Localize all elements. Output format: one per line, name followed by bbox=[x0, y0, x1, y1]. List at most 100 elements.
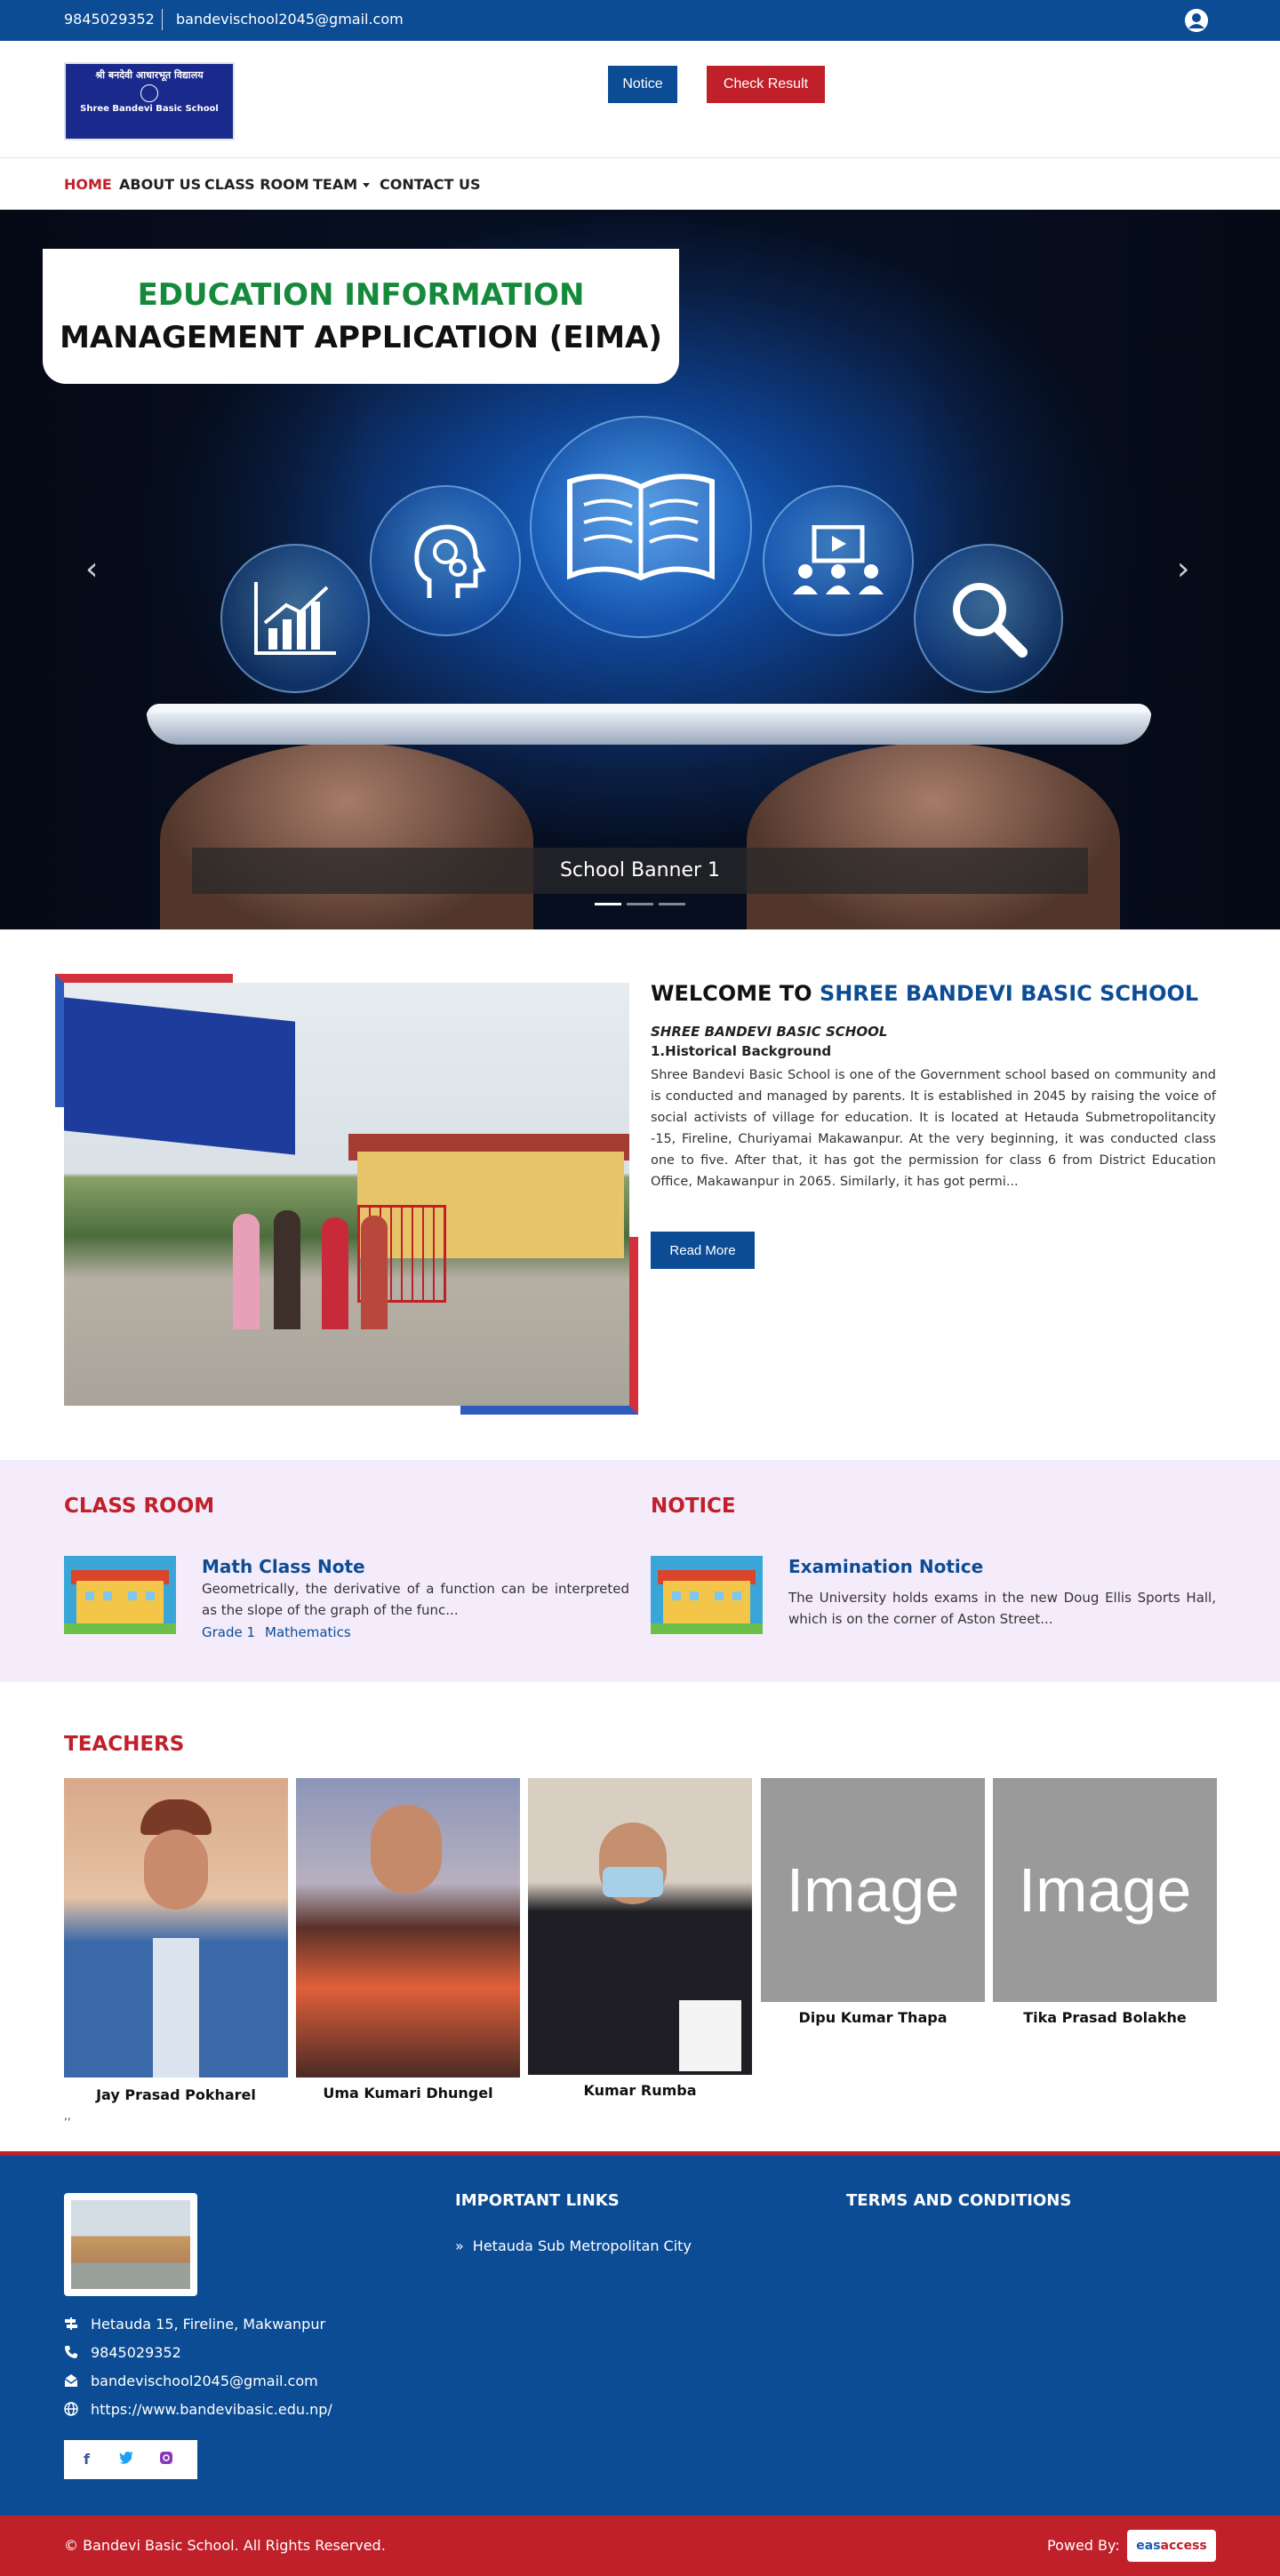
teacher-face bbox=[371, 1805, 442, 1894]
user-circle-icon[interactable] bbox=[1185, 9, 1208, 32]
facebook-icon[interactable]: f bbox=[84, 2451, 90, 2468]
site-header: श्री बनदेवी आधारभूत विद्यालय Shree Bande… bbox=[0, 41, 1280, 158]
carousel-indicators bbox=[595, 903, 685, 906]
brain-gears-icon bbox=[370, 485, 521, 636]
caret-down-icon bbox=[363, 183, 371, 187]
chart-growth-icon bbox=[220, 544, 370, 693]
hero-hand-left bbox=[160, 743, 533, 929]
nav-class-room[interactable]: CLASS ROOM bbox=[204, 176, 309, 193]
teacher-photo-placeholder: Image bbox=[993, 1778, 1217, 2002]
chevron-right-icon[interactable]: › bbox=[1177, 551, 1189, 587]
footer-website-text: https://www.bandevibasic.edu.np/ bbox=[91, 2401, 332, 2418]
welcome-body: Shree Bandevi Basic School is one of the… bbox=[651, 1068, 1216, 1189]
terms-title[interactable]: TERMS AND CONDITIONS bbox=[846, 2191, 1071, 2210]
hero-caption: School Banner 1 bbox=[192, 848, 1088, 894]
teacher-name: Dipu Kumar Thapa bbox=[798, 2009, 948, 2026]
photo-person bbox=[274, 1210, 300, 1329]
notice-button[interactable]: Notice bbox=[608, 66, 677, 103]
site-footer: Hetauda 15, Fireline, Makwanpur 98450293… bbox=[0, 2151, 1280, 2516]
footer-website[interactable]: https://www.bandevibasic.edu.np/ bbox=[64, 2401, 332, 2418]
chevron-left-icon[interactable]: ‹ bbox=[85, 551, 98, 587]
teacher-shirt bbox=[153, 1938, 199, 2078]
welcome-title: WELCOME TO SHREE BANDEVI BASIC SCHOOL bbox=[651, 981, 1198, 1006]
teacher-mask bbox=[603, 1867, 663, 1897]
notice-item-title[interactable]: Examination Notice bbox=[788, 1556, 983, 1577]
hero-carousel: EDUCATION INFORMATION MANAGEMENT APPLICA… bbox=[0, 210, 1280, 929]
bottom-bar: © Bandevi Basic School. All Rights Reser… bbox=[0, 2516, 1280, 2576]
phone-icon bbox=[65, 2346, 77, 2358]
topbar-divider bbox=[162, 9, 163, 30]
hero-hand-right bbox=[747, 743, 1120, 929]
footer-phone-text: 9845029352 bbox=[91, 2344, 181, 2361]
check-result-button[interactable]: Check Result bbox=[707, 66, 825, 103]
footer-email-text: bandevischool2045@gmail.com bbox=[91, 2373, 318, 2389]
school-logo[interactable]: श्री बनदेवी आधारभूत विद्यालय Shree Bande… bbox=[64, 62, 235, 140]
teacher-face bbox=[144, 1830, 208, 1910]
footer-logo[interactable] bbox=[64, 2193, 197, 2296]
footer-school-photo bbox=[71, 2200, 190, 2289]
thumb-building bbox=[663, 1581, 750, 1623]
footer-phone[interactable]: 9845029352 bbox=[64, 2344, 181, 2361]
classroom-tag-subject[interactable]: Mathematics bbox=[265, 1624, 351, 1640]
topbar-phone[interactable]: 9845029352 bbox=[64, 11, 155, 28]
classroom-item-body: Geometrically, the derivative of a funct… bbox=[202, 1581, 629, 1618]
copyright-text: © Bandevi Basic School. All Rights Reser… bbox=[64, 2537, 386, 2554]
notice-thumbnail[interactable] bbox=[651, 1556, 763, 1634]
envelope-open-icon bbox=[64, 2374, 78, 2387]
easyaccess-logo[interactable]: easaccess bbox=[1127, 2530, 1216, 2562]
nav-team[interactable]: TEAM bbox=[313, 176, 371, 193]
nav-about-us[interactable]: ABOUT US bbox=[119, 176, 201, 193]
teachers-title: TEACHERS bbox=[64, 1733, 185, 1756]
classroom-tag-grade[interactable]: Grade 1 bbox=[202, 1624, 255, 1640]
topbar-email[interactable]: bandevischool2045@gmail.com bbox=[176, 11, 404, 28]
photo-person bbox=[233, 1214, 260, 1329]
thumb-building bbox=[76, 1581, 164, 1623]
nav-contact-us[interactable]: CONTACT US bbox=[380, 176, 481, 193]
classroom-thumbnail[interactable] bbox=[64, 1556, 176, 1634]
teacher-name: Uma Kumari Dhungel bbox=[323, 2085, 493, 2101]
thumb-grass bbox=[651, 1623, 763, 1634]
welcome-title-prefix: WELCOME TO bbox=[651, 981, 820, 1006]
welcome-title-school: SHREE BANDEVI BASIC SCHOOL bbox=[819, 981, 1199, 1006]
teacher-name: Tika Prasad Bolakhe bbox=[1023, 2009, 1187, 2026]
instagram-icon[interactable] bbox=[158, 2451, 172, 2468]
photo-person bbox=[322, 1217, 348, 1329]
logo-title-english: Shree Bandevi Basic School bbox=[80, 104, 219, 114]
top-bar: 9845029352 bandevischool2045@gmail.com bbox=[0, 0, 1280, 41]
thumb-window bbox=[85, 1591, 94, 1600]
brand-part2: access bbox=[1160, 2539, 1207, 2553]
footer-address-text: Hetauda 15, Fireline, Makwanpur bbox=[91, 2316, 326, 2333]
hero-tablet bbox=[147, 713, 1151, 745]
teacher-paper bbox=[679, 2000, 741, 2071]
footer-link-text: Hetauda Sub Metropolitan City bbox=[472, 2237, 692, 2254]
nav-team-label: TEAM bbox=[313, 176, 358, 193]
nav-home[interactable]: HOME bbox=[64, 176, 112, 193]
hero-title-card: EDUCATION INFORMATION MANAGEMENT APPLICA… bbox=[43, 249, 679, 384]
signpost-icon bbox=[65, 2317, 77, 2330]
social-links: f bbox=[64, 2440, 197, 2479]
hero-title-line2: MANAGEMENT APPLICATION (EIMA) bbox=[60, 320, 662, 355]
school-photo bbox=[64, 983, 629, 1406]
brand-part1: eas bbox=[1136, 2539, 1161, 2553]
thumb-window bbox=[146, 1591, 155, 1600]
teacher-photo bbox=[296, 1778, 520, 2078]
thumb-grass bbox=[64, 1623, 176, 1634]
carousel-indicator-3[interactable] bbox=[659, 903, 685, 905]
footer-link-hetauda[interactable]: » Hetauda Sub Metropolitan City bbox=[455, 2237, 692, 2254]
carousel-indicator-2[interactable] bbox=[627, 903, 653, 905]
carousel-indicator-1[interactable] bbox=[595, 903, 621, 905]
read-more-button[interactable]: Read More bbox=[651, 1232, 755, 1269]
footer-email[interactable]: bandevischool2045@gmail.com bbox=[64, 2373, 318, 2389]
powered-by-label: Powed By: bbox=[1047, 2537, 1120, 2554]
teacher-photo bbox=[528, 1778, 752, 2075]
classroom-item-title[interactable]: Math Class Note bbox=[202, 1556, 365, 1577]
hero-title-line1: EDUCATION INFORMATION bbox=[137, 277, 585, 313]
thumb-window bbox=[690, 1591, 699, 1600]
classroom-title: CLASS ROOM bbox=[64, 1495, 215, 1518]
twitter-icon[interactable] bbox=[119, 2451, 133, 2468]
thumb-window bbox=[732, 1591, 741, 1600]
teacher-name: Jay Prasad Pokharel bbox=[96, 2086, 256, 2103]
magnifier-icon bbox=[914, 544, 1063, 693]
logo-title-nepali: श्री बनदेवी आधारभूत विद्यालय bbox=[95, 69, 204, 81]
thumb-window bbox=[103, 1591, 112, 1600]
